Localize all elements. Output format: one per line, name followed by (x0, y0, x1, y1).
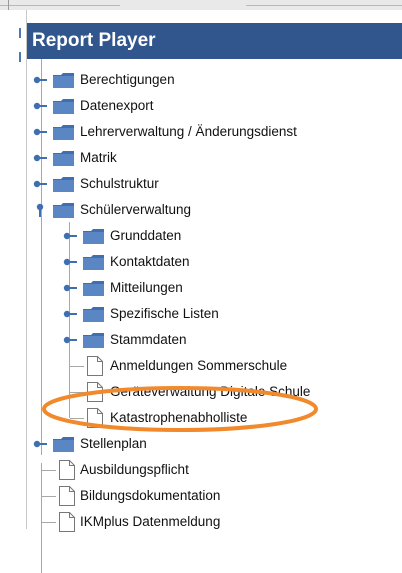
tree-item-mitteilungen[interactable]: Mitteilungen (63, 275, 402, 301)
tree-item-matrik[interactable]: Matrik (33, 145, 402, 171)
toolbar-grip (8, 0, 9, 10)
expander-pin-icon[interactable] (63, 307, 77, 321)
expander-pin-icon[interactable] (33, 437, 47, 451)
tree-item-label: Geräteverwaltung Digitale Schule (110, 384, 311, 399)
document-icon (87, 382, 103, 402)
folder-icon (53, 98, 75, 115)
tree-item-grunddaten[interactable]: Grunddaten (63, 223, 402, 249)
tree-item-label: Stellenplan (80, 436, 147, 451)
tree-item-label: Schülerverwaltung (80, 202, 192, 217)
folder-open-icon (53, 202, 75, 219)
tree-item-stammdaten[interactable]: Stammdaten (63, 327, 402, 353)
tree-item-label: IKMplus Datenmeldung (80, 514, 221, 529)
report-player-panel: Report Player Berechtigungen Datenexport (26, 10, 402, 573)
expander-pin-icon[interactable] (33, 125, 47, 139)
tree-item-label: Grunddaten (110, 228, 182, 243)
toolbar-separator (0, 5, 120, 6)
folder-icon (83, 306, 105, 323)
folder-icon (83, 332, 105, 349)
tree-item-katastrophenabholliste[interactable]: Katastrophenabholliste (63, 405, 402, 431)
tree-item-anmeldungen-sommerschule[interactable]: Anmeldungen Sommerschule (63, 353, 402, 379)
expander-pin-icon[interactable] (63, 229, 77, 243)
folder-icon (53, 176, 75, 193)
folder-icon (53, 150, 75, 167)
top-toolbar-strip (0, 0, 402, 10)
tree-item-bildungsdokumentation[interactable]: Bildungsdokumentation (33, 483, 402, 509)
document-icon (87, 408, 103, 428)
tree-item-ikmplus-datenmeldung[interactable]: IKMplus Datenmeldung (33, 509, 402, 535)
folder-icon (83, 228, 105, 245)
tree-item-label: Datenexport (80, 98, 154, 113)
folder-icon (83, 254, 105, 271)
tree-item-berechtigungen[interactable]: Berechtigungen (33, 67, 402, 93)
tree-item-schulstruktur[interactable]: Schulstruktur (33, 171, 402, 197)
tree-item-kontaktdaten[interactable]: Kontaktdaten (63, 249, 402, 275)
left-gutter (0, 10, 26, 529)
tree-item-ausbildungspflicht[interactable]: Ausbildungspflicht (33, 457, 402, 483)
document-icon (59, 460, 75, 480)
tree-item-schuelerverwaltung[interactable]: Schülerverwaltung (33, 197, 402, 223)
expander-pin-icon[interactable] (33, 151, 47, 165)
tree-item-label: Mitteilungen (110, 280, 183, 295)
tree-item-spezifische-listen[interactable]: Spezifische Listen (63, 301, 402, 327)
gutter-marker (19, 52, 21, 62)
document-icon (59, 512, 75, 532)
tree-item-label: Spezifische Listen (110, 306, 219, 321)
expander-pin-icon[interactable] (63, 255, 77, 269)
toolbar-separator (246, 5, 402, 6)
tree-item-label: Matrik (80, 150, 117, 165)
panel-title: Report Player (27, 23, 402, 59)
tree-item-label: Kontaktdaten (110, 254, 190, 269)
folder-icon (83, 280, 105, 297)
tree-item-label: Katastrophenabholliste (110, 410, 248, 425)
expander-pin-icon[interactable] (63, 333, 77, 347)
tree-item-datenexport[interactable]: Datenexport (33, 93, 402, 119)
tree-item-label: Lehrerverwaltung / Änderungsdienst (80, 124, 297, 139)
document-icon (87, 356, 103, 376)
tree-item-geraeteverwaltung[interactable]: Geräteverwaltung Digitale Schule (63, 379, 402, 405)
expander-pin-icon[interactable] (33, 177, 47, 191)
folder-icon (53, 72, 75, 89)
folder-icon (53, 124, 75, 141)
folder-icon (53, 436, 75, 453)
tree-item-label: Berechtigungen (80, 72, 175, 87)
expander-pin-down-icon[interactable] (33, 203, 47, 217)
expander-pin-icon[interactable] (33, 99, 47, 113)
document-icon (59, 486, 75, 506)
tree-item-label: Ausbildungspflicht (80, 462, 189, 477)
tree-item-stellenplan[interactable]: Stellenplan (33, 431, 402, 457)
expander-pin-icon[interactable] (63, 281, 77, 295)
tree-item-label: Stammdaten (110, 332, 187, 347)
tree-item-label: Anmeldungen Sommerschule (110, 358, 288, 373)
gutter-marker (19, 28, 21, 38)
tree-item-label: Schulstruktur (80, 176, 159, 191)
expander-pin-icon[interactable] (33, 73, 47, 87)
tree-item-lehrerverwaltung[interactable]: Lehrerverwaltung / Änderungsdienst (33, 119, 402, 145)
tree-item-label: Bildungsdokumentation (80, 488, 221, 503)
